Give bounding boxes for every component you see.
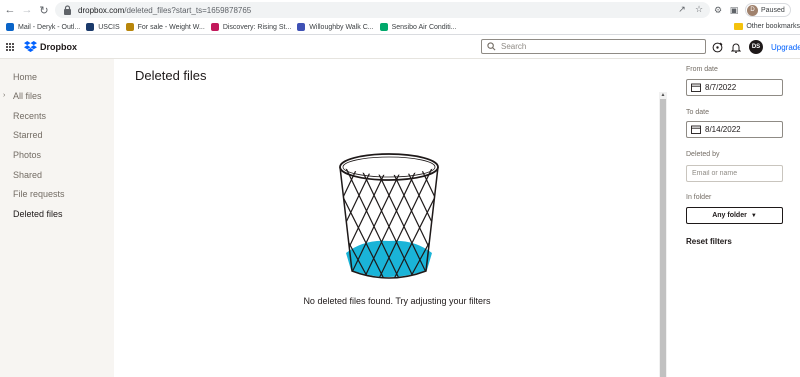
from-date-field[interactable]: 8/7/2022: [686, 79, 783, 96]
bookmark-item[interactable]: Mail - Deryk - Outl...: [6, 23, 80, 31]
bookmark-favicon-icon: [210, 23, 219, 31]
any-folder-label: Any folder: [712, 212, 747, 219]
calendar-icon: [691, 125, 701, 134]
account-avatar[interactable]: DS: [749, 40, 763, 54]
dropbox-logo-icon: [24, 41, 37, 52]
sidebar-item-recents[interactable]: Recents: [13, 111, 46, 121]
to-date-field[interactable]: 8/14/2022: [686, 121, 783, 138]
bookmark-favicon-icon: [379, 23, 388, 31]
bookmark-favicon-icon: [125, 23, 134, 31]
reset-filters-button[interactable]: Reset filters: [686, 237, 732, 246]
dropbox-logo[interactable]: Dropbox: [24, 41, 77, 52]
sidebar-item-shared[interactable]: Shared: [13, 170, 42, 180]
search-input[interactable]: [501, 42, 691, 51]
to-date-value: 8/14/2022: [705, 125, 741, 134]
chevron-down-icon: ▼: [750, 212, 757, 219]
bookmark-item[interactable]: Sensibo Air Conditi...: [379, 23, 457, 31]
trash-bin-illustration: [339, 153, 439, 279]
share-icon[interactable]: ↗: [677, 4, 687, 14]
forward-icon[interactable]: →: [20, 3, 34, 17]
to-date-label: To date: [686, 109, 709, 116]
empty-state-message: No deleted files found. Try adjusting yo…: [303, 296, 491, 306]
bookmark-label: Mail - Deryk - Outl...: [18, 23, 81, 31]
calendar-icon: [691, 83, 701, 92]
app-grid-icon[interactable]: [6, 43, 14, 51]
extensions-icon[interactable]: ⚙: [713, 5, 723, 15]
bookmark-label: Willoughby Walk C...: [309, 23, 374, 31]
chevron-right-icon[interactable]: ›: [3, 92, 5, 99]
dropbox-logo-text: Dropbox: [40, 41, 77, 52]
filters-panel: From date 8/7/2022 To date 8/14/2022 Del…: [669, 59, 800, 377]
url-text: dropbox.com/deleted_files?start_ts=16598…: [78, 6, 251, 15]
from-date-value: 8/7/2022: [705, 83, 737, 92]
page-title: Deleted files: [135, 68, 207, 83]
app-header: Dropbox DS Upgrade: [0, 35, 800, 59]
back-icon[interactable]: ←: [3, 3, 17, 17]
bookmark-item[interactable]: Discovery: Rising St...: [210, 23, 292, 31]
bookmark-label: Sensibo Air Conditi...: [391, 23, 457, 31]
sidebar-item-all-files[interactable]: All files: [13, 91, 42, 101]
reload-icon[interactable]: ↻: [37, 3, 51, 17]
bookmark-favicon-icon: [297, 23, 306, 31]
upgrade-link[interactable]: Upgrade: [771, 43, 800, 52]
profile-status: Paused: [761, 6, 785, 14]
browser-toolbar: ← → ↻ dropbox.com/deleted_files?start_ts…: [0, 0, 800, 20]
sidebar-item-starred[interactable]: Starred: [13, 130, 43, 140]
any-folder-dropdown[interactable]: Any folder ▼: [686, 207, 783, 224]
sidebar-item-deleted-files[interactable]: Deleted files: [13, 209, 63, 219]
other-bookmarks-label: Other bookmarks: [746, 23, 800, 30]
bookmark-label: USCIS: [98, 23, 120, 31]
from-date-label: From date: [686, 66, 718, 73]
bookmark-label: Discovery: Rising St...: [222, 23, 292, 31]
profile-paused-button[interactable]: D Paused: [745, 3, 791, 17]
address-bar[interactable]: dropbox.com/deleted_files?start_ts=16598…: [55, 2, 710, 18]
deleted-by-label: Deleted by: [686, 151, 720, 158]
url-path: /deleted_files?start_ts=1659878765: [124, 5, 252, 15]
star-icon[interactable]: ☆: [694, 4, 704, 14]
sidebar-item-home[interactable]: Home: [13, 72, 37, 82]
bookmark-favicon-icon: [6, 23, 14, 31]
deleted-by-field[interactable]: [686, 165, 783, 182]
lock-icon: [64, 5, 71, 15]
deleted-by-input[interactable]: [692, 170, 777, 177]
search-icon: [487, 42, 496, 51]
help-icon[interactable]: [712, 42, 723, 53]
in-folder-label: In folder: [686, 194, 712, 201]
main-content: Deleted files No deleted files found. Tr…: [114, 59, 669, 377]
url-host: dropbox.com: [78, 5, 125, 15]
other-bookmarks[interactable]: Other bookmarks: [734, 23, 800, 30]
bell-icon[interactable]: [731, 42, 741, 53]
scroll-up-arrow-icon[interactable]: ▲: [659, 91, 667, 99]
profile-avatar: D: [747, 4, 758, 16]
bookmark-label: For sale - Weight W...: [137, 23, 205, 31]
bookmark-item[interactable]: Willoughby Walk C...: [297, 23, 374, 31]
folder-icon: [734, 23, 744, 30]
search-box[interactable]: [481, 39, 706, 54]
sidebar-item-photos[interactable]: Photos: [13, 150, 41, 160]
bookmark-favicon-icon: [86, 23, 95, 31]
scrollbar-thumb[interactable]: [660, 99, 666, 377]
bookmarks-bar: Mail - Deryk - Outl... USCIS For sale - We…: [0, 20, 800, 35]
bookmark-item[interactable]: For sale - Weight W...: [125, 23, 205, 31]
sidepanel-icon[interactable]: ▣: [729, 5, 739, 15]
bookmark-item[interactable]: USCIS: [86, 23, 120, 31]
sidebar-item-file-requests[interactable]: File requests: [13, 189, 65, 199]
sidebar: › Home All files Recents Starred Photos …: [0, 59, 114, 377]
